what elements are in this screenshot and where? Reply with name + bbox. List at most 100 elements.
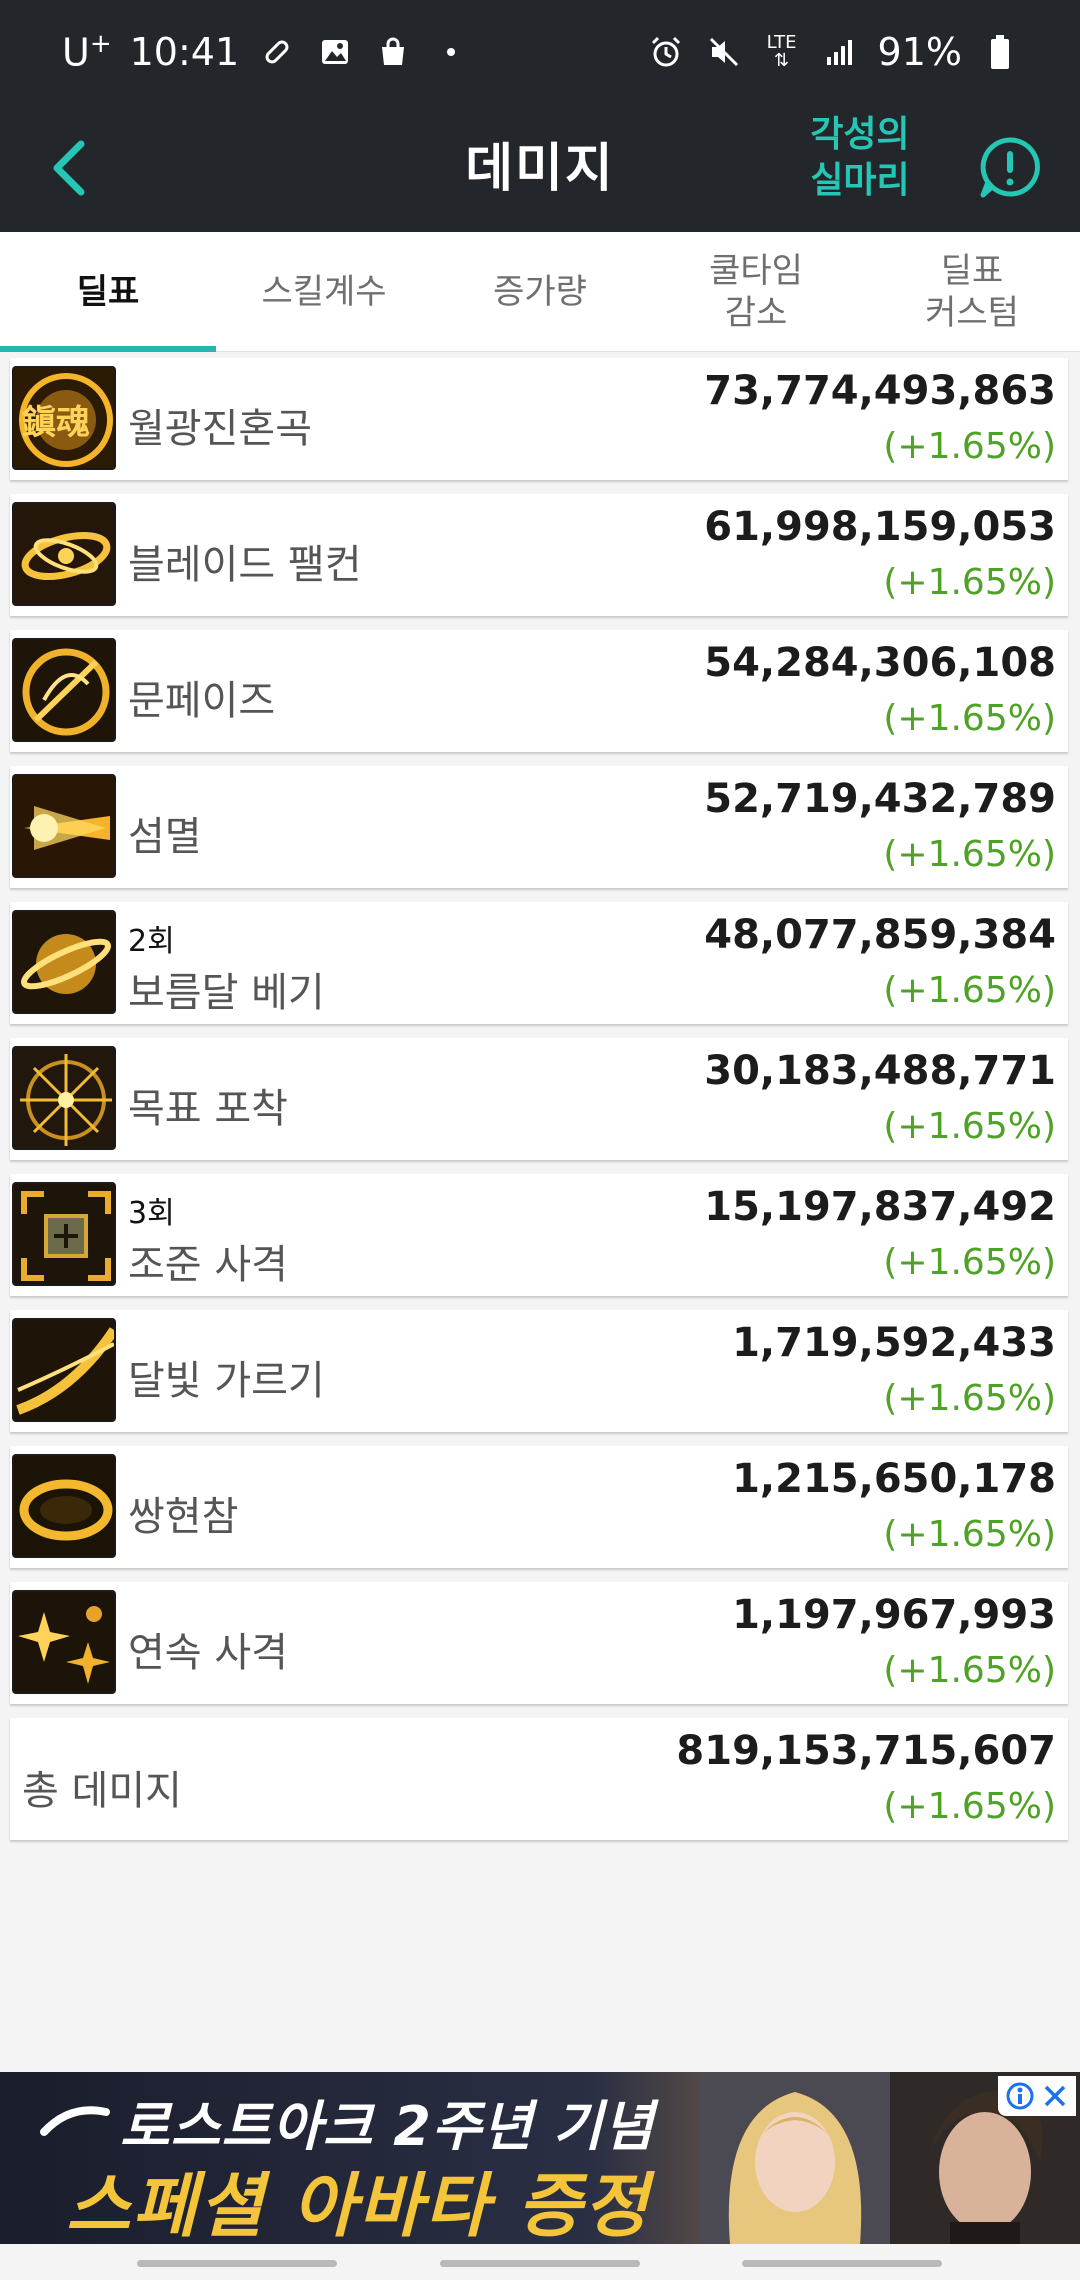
skill-texts: 3회 조준 사격 [128, 1174, 628, 1296]
damage-change: (+1.65%) [883, 1378, 1056, 1419]
skill-texts: 2회 보름달 베기 [128, 902, 628, 1024]
battery-icon [980, 32, 1020, 72]
bandage-icon [257, 32, 297, 72]
twin-slash-icon [12, 1454, 116, 1558]
tab-bar: 딜표 스킬계수 증가량 쿨타임 감소 딜표 커스텀 [0, 232, 1080, 352]
skill-damage-list: 鎭魂 월광진혼곡 73,774,493,863 (+1.65%) 블레이드 팰컨… [10, 358, 1068, 1854]
skill-name: 월광진혼곡 [128, 406, 312, 452]
damage-value: 1,197,967,993 [732, 1592, 1056, 1638]
shopping-bag-icon [373, 32, 413, 72]
nav-back[interactable] [742, 2260, 942, 2267]
skill-row[interactable]: 연속 사격 1,197,967,993 (+1.65%) [10, 1582, 1068, 1704]
blade-falcon-icon [12, 502, 116, 606]
damage-change: (+1.65%) [883, 426, 1056, 467]
skill-row[interactable]: 문페이즈 54,284,306,108 (+1.65%) [10, 630, 1068, 752]
skill-name: 목표 포착 [128, 1086, 288, 1132]
clock: 10:41 [129, 30, 240, 74]
skill-row[interactable]: 섬멸 52,719,432,789 (+1.65%) [10, 766, 1068, 888]
skill-name: 달빛 가르기 [128, 1358, 325, 1404]
damage-value: 1,215,650,178 [732, 1456, 1056, 1502]
skill-name: 쌍현참 [128, 1494, 239, 1540]
dot-icon [431, 32, 471, 72]
skill-texts: 쌍현참 [128, 1446, 628, 1568]
alarm-icon [646, 32, 686, 72]
damage-change: (+1.65%) [883, 698, 1056, 739]
skill-row[interactable]: 달빛 가르기 1,719,592,433 (+1.65%) [10, 1310, 1068, 1432]
awaken-link-line2: 실마리 [810, 160, 910, 201]
signal-icon [820, 32, 860, 72]
ad-character-woman-image [700, 2072, 890, 2244]
damage-value: 52,719,432,789 [704, 776, 1056, 822]
status-bar: U+ 10:41 LTE ⇅ 91% [0, 0, 1080, 104]
ad-choices[interactable] [998, 2076, 1076, 2116]
moon-phase-icon [12, 638, 116, 742]
full-moon-slash-icon [12, 910, 116, 1014]
tab-increase[interactable]: 증가량 [432, 232, 648, 351]
ad-info-icon[interactable] [1006, 2082, 1034, 2110]
tab-skill-coefficient[interactable]: 스킬계수 [216, 232, 432, 351]
skill-row[interactable]: 목표 포착 30,183,488,771 (+1.65%) [10, 1038, 1068, 1160]
skill-name: 문페이즈 [128, 678, 276, 724]
tab-label: 딜표 [76, 271, 140, 312]
skill-row[interactable]: 블레이드 팰컨 61,998,159,053 (+1.65%) [10, 494, 1068, 616]
image-icon [315, 32, 355, 72]
nav-recent-apps[interactable] [137, 2260, 337, 2267]
tab-cooldown-reduction[interactable]: 쿨타임 감소 [648, 232, 864, 351]
nav-home[interactable] [440, 2260, 640, 2267]
skill-name: 연속 사격 [128, 1630, 288, 1676]
svg-text:鎭魂: 鎭魂 [22, 403, 90, 443]
alert-icon [980, 137, 1040, 198]
status-left: U+ 10:41 [62, 29, 471, 75]
data-arrows: ⇅ [773, 50, 790, 71]
tab-label-line1: 쿨타임 [709, 250, 803, 291]
damage-value: 61,998,159,053 [704, 504, 1056, 550]
damage-value: 1,719,592,433 [732, 1320, 1056, 1366]
skill-texts: 문페이즈 [128, 630, 628, 752]
skill-name: 보름달 베기 [128, 970, 325, 1016]
awaken-clue-link[interactable]: 각성의 실마리 [790, 112, 930, 204]
skill-hit-count: 3회 [128, 1196, 175, 1231]
damage-change: (+1.65%) [883, 1106, 1056, 1147]
tab-label-line2: 커스텀 [925, 292, 1019, 333]
app-bar: 데미지 각성의 실마리 [0, 104, 1080, 232]
skill-hit-count: 2회 [128, 924, 175, 959]
tab-damage-table[interactable]: 딜표 [0, 232, 216, 352]
ad-subheadline: 스페셜 아바타 증정 [66, 2165, 650, 2244]
skill-texts: 달빛 가르기 [128, 1310, 628, 1432]
ad-close-icon[interactable] [1042, 2083, 1068, 2109]
annihilation-icon [12, 774, 116, 878]
damage-change: (+1.65%) [883, 970, 1056, 1011]
target-lock-icon [12, 1046, 116, 1150]
feather-icon [40, 2106, 110, 2136]
tab-damage-custom[interactable]: 딜표 커스텀 [864, 232, 1080, 351]
damage-value: 30,183,488,771 [704, 1048, 1056, 1094]
tab-label: 딜표 커스텀 [925, 250, 1019, 334]
skill-row[interactable]: 쌍현참 1,215,650,178 (+1.65%) [10, 1446, 1068, 1568]
total-damage-value: 819,153,715,607 [676, 1728, 1056, 1774]
skill-texts: 월광진혼곡 [128, 358, 628, 480]
info-button[interactable] [968, 126, 1052, 210]
moonlight-cut-icon [12, 1318, 116, 1422]
skill-row[interactable]: 鎭魂 월광진혼곡 73,774,493,863 (+1.65%) [10, 358, 1068, 480]
skill-name: 조준 사격 [128, 1242, 288, 1288]
damage-change: (+1.65%) [883, 1650, 1056, 1691]
carrier-label: U+ [62, 29, 112, 75]
skill-row[interactable]: 2회 보름달 베기 48,077,859,384 (+1.65%) [10, 902, 1068, 1024]
battery-percent: 91% [877, 30, 962, 74]
skill-row[interactable]: 3회 조준 사격 15,197,837,492 (+1.65%) [10, 1174, 1068, 1296]
total-damage-change: (+1.65%) [883, 1786, 1056, 1827]
total-damage-row: 총 데미지 819,153,715,607 (+1.65%) [10, 1718, 1068, 1840]
total-damage-label: 총 데미지 [22, 1768, 182, 1814]
skill-name: 섬멸 [128, 814, 202, 860]
aimed-shot-icon [12, 1182, 116, 1286]
skill-texts: 섬멸 [128, 766, 628, 888]
status-right: LTE ⇅ 91% [646, 30, 1020, 74]
damage-value: 54,284,306,108 [704, 640, 1056, 686]
damage-change: (+1.65%) [883, 834, 1056, 875]
tab-label: 증가량 [493, 271, 587, 312]
ad-banner[interactable]: 로스트아크 2주년 기념 스페셜 아바타 증정 [0, 2072, 1080, 2244]
tab-label: 쿨타임 감소 [709, 250, 803, 334]
tab-label-line2: 감소 [724, 292, 788, 333]
skill-texts: 목표 포착 [128, 1038, 628, 1160]
skill-name: 블레이드 팰컨 [128, 542, 362, 588]
